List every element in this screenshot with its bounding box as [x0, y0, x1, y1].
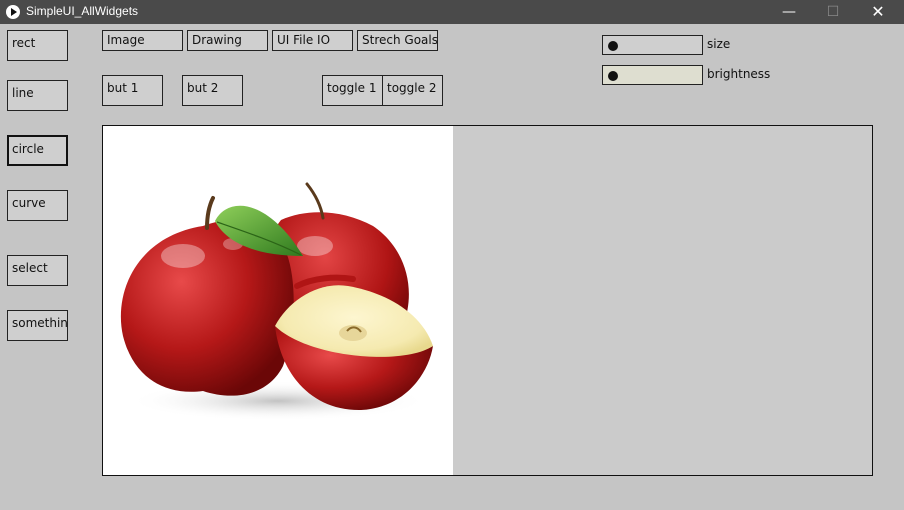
menu-drawing-button[interactable]: Drawing: [187, 30, 268, 51]
tool-curve-button[interactable]: curve: [7, 190, 68, 221]
size-slider-handle[interactable]: [608, 41, 618, 51]
but-1-button[interactable]: but 1: [102, 75, 163, 106]
drawing-canvas[interactable]: [102, 125, 873, 476]
size-slider[interactable]: [602, 35, 703, 55]
window-title: SimpleUI_AllWidgets: [26, 4, 139, 18]
red-apples-image: [120, 182, 433, 421]
minimize-button[interactable]: —: [766, 0, 812, 24]
canvas-image: [103, 126, 453, 475]
brightness-slider-handle[interactable]: [608, 71, 618, 81]
app-icon: [6, 5, 20, 19]
menu-image-button[interactable]: Image: [102, 30, 183, 51]
toggle-2-button[interactable]: toggle 2: [382, 75, 443, 106]
tool-circle-button[interactable]: circle: [7, 135, 68, 166]
tool-select-button[interactable]: select: [7, 255, 68, 286]
tool-rect-button[interactable]: rect: [7, 30, 68, 61]
size-slider-label: size: [707, 37, 731, 51]
tool-line-button[interactable]: line: [7, 80, 68, 111]
toggle-1-button[interactable]: toggle 1: [322, 75, 383, 106]
tool-somethin-button[interactable]: somethin: [7, 310, 68, 341]
but-2-button[interactable]: but 2: [182, 75, 243, 106]
title-bar: SimpleUI_AllWidgets — ☐ ✕: [0, 0, 904, 24]
brightness-slider[interactable]: [602, 65, 703, 85]
menu-ui-file-io-button[interactable]: UI File IO: [272, 30, 353, 51]
menu-strech-goals-button[interactable]: Strech Goals: [357, 30, 438, 51]
maximize-button[interactable]: ☐: [810, 0, 856, 24]
brightness-slider-label: brightness: [707, 67, 771, 81]
close-button[interactable]: ✕: [855, 0, 901, 24]
